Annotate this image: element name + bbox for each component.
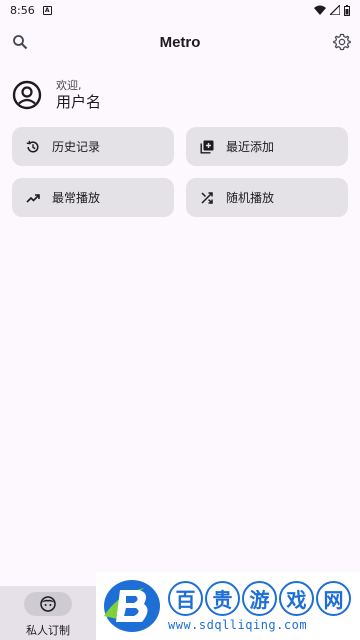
search-icon bbox=[13, 35, 28, 50]
gear-icon bbox=[333, 33, 351, 51]
watermark: 百 贵 游 戏 网 www.sdqlliqing.com bbox=[96, 572, 360, 640]
recently-added-tile[interactable]: 最近添加 bbox=[186, 127, 348, 166]
notification-icon: A bbox=[42, 5, 52, 15]
watermark-char: 百 bbox=[168, 580, 203, 616]
app-screen: 8:56 A Metro 欢迎, 用户名 历史记录 最近添加 最常播放 随机播放… bbox=[0, 0, 360, 640]
account-circle-icon bbox=[12, 80, 42, 110]
watermark-char: 游 bbox=[242, 580, 277, 616]
settings-button[interactable] bbox=[330, 30, 354, 54]
watermark-logo-icon bbox=[104, 580, 160, 632]
most-played-label: 最常播放 bbox=[52, 191, 101, 205]
welcome-label: 欢迎, bbox=[56, 79, 82, 92]
shuffle-tile[interactable]: 随机播放 bbox=[186, 178, 348, 217]
recently-added-label: 最近添加 bbox=[226, 140, 275, 154]
user-text: 欢迎, 用户名 bbox=[56, 79, 101, 111]
wifi-icon bbox=[314, 5, 326, 15]
watermark-char: 戏 bbox=[279, 580, 314, 616]
status-bar: 8:56 A bbox=[0, 0, 360, 20]
app-title: Metro bbox=[159, 33, 201, 51]
history-tile[interactable]: 历史记录 bbox=[12, 127, 174, 166]
user-profile[interactable]: 欢迎, 用户名 bbox=[12, 78, 101, 112]
watermark-text: 百 贵 游 戏 网 www.sdqlliqing.com bbox=[168, 580, 351, 632]
nav-label: 私人订制 bbox=[26, 624, 70, 637]
watermark-url: www.sdqlliqing.com bbox=[168, 617, 308, 632]
nav-indicator bbox=[24, 592, 72, 616]
status-time: 8:56 bbox=[10, 3, 35, 17]
bottom-nav-for-you[interactable]: 私人订制 bbox=[0, 586, 96, 640]
history-icon bbox=[26, 140, 40, 154]
shuffle-label: 随机播放 bbox=[226, 191, 275, 205]
app-bar: Metro bbox=[0, 24, 360, 60]
most-played-tile[interactable]: 最常播放 bbox=[12, 178, 174, 217]
username: 用户名 bbox=[56, 93, 102, 111]
status-icons bbox=[314, 4, 350, 16]
battery-icon bbox=[344, 4, 350, 16]
face-icon bbox=[40, 596, 56, 612]
watermark-char: 网 bbox=[316, 580, 351, 616]
search-button[interactable] bbox=[8, 30, 32, 54]
history-label: 历史记录 bbox=[52, 140, 101, 154]
library-add-icon bbox=[200, 140, 214, 154]
watermark-char: 贵 bbox=[205, 580, 240, 616]
shuffle-icon bbox=[200, 191, 214, 205]
trending-up-icon bbox=[26, 191, 40, 205]
signal-icon bbox=[330, 5, 340, 15]
watermark-chars: 百 贵 游 戏 网 bbox=[168, 580, 351, 616]
